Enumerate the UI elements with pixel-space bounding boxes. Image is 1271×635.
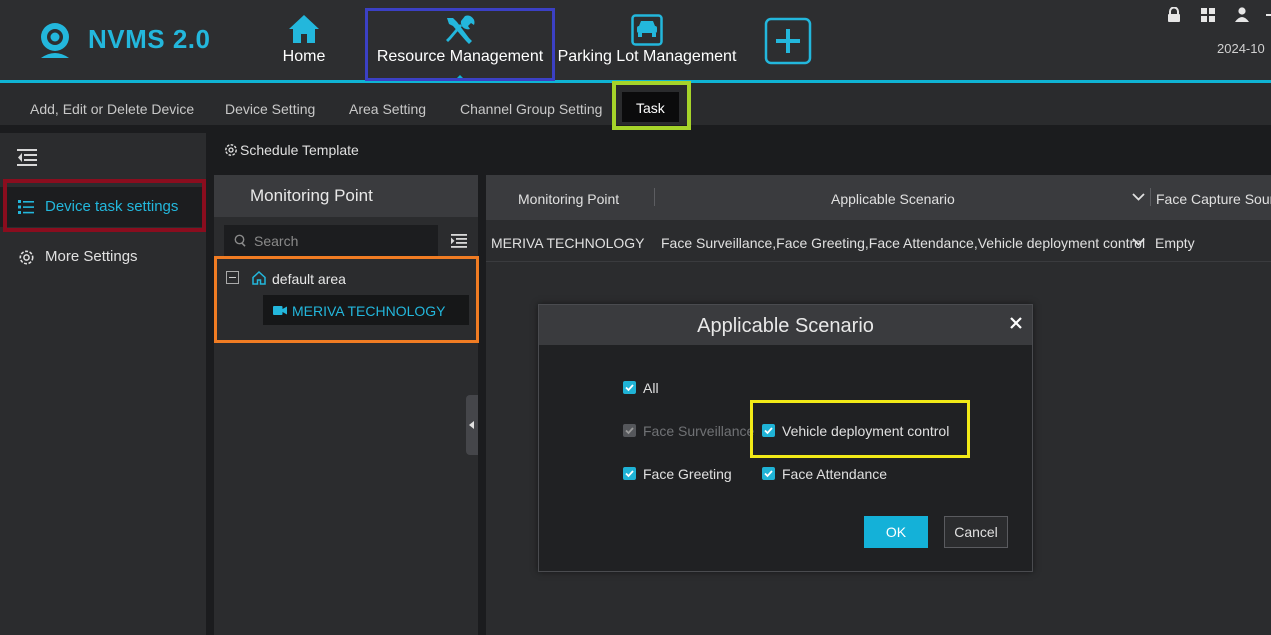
sidebar-item-device-task-settings[interactable]: Device task settings <box>0 187 206 227</box>
sidebar-item-label: More Settings <box>45 248 138 265</box>
column-divider <box>654 188 655 206</box>
schedule-template-label: Schedule Template <box>240 142 359 158</box>
tools-icon <box>446 15 475 44</box>
tab-device-setting[interactable]: Device Setting <box>225 101 315 117</box>
nav-home[interactable]: Home <box>278 10 330 78</box>
dialog-title-bar: Applicable Scenario <box>539 305 1032 345</box>
tree-collapse-toggle[interactable] <box>226 271 239 284</box>
plus-icon <box>764 17 812 65</box>
list-icon <box>18 200 34 214</box>
car-icon <box>631 14 663 46</box>
applicable-scenario-dialog: Applicable Scenario All Face Surveillanc… <box>538 304 1033 572</box>
device-label: MERIVA TECHNOLOGY <box>292 303 446 319</box>
search-box[interactable] <box>224 225 438 256</box>
checkbox-label: Face Greeting <box>643 466 732 482</box>
cell-monitoring-point: MERIVA TECHNOLOGY <box>491 235 645 251</box>
camera-icon <box>273 305 287 316</box>
date-display: 2024-10 <box>1217 41 1265 56</box>
header-monitoring-point: Monitoring Point <box>518 191 620 207</box>
tab-area-setting[interactable]: Area Setting <box>349 101 426 117</box>
nav-home-label: Home <box>282 48 326 65</box>
check-icon <box>623 381 636 394</box>
collapse-menu-icon[interactable] <box>17 148 37 166</box>
tree-options-icon[interactable] <box>451 234 467 248</box>
sidebar-item-label: Device task settings <box>45 198 179 215</box>
tab-add-edit-delete-device[interactable]: Add, Edit or Delete Device <box>30 101 194 117</box>
chevron-down-icon[interactable] <box>1132 238 1145 246</box>
check-icon <box>762 424 775 437</box>
column-divider <box>1150 188 1151 206</box>
monitoring-point-panel: Monitoring Point <box>214 175 478 635</box>
check-icon <box>623 424 636 437</box>
checkbox-label: Vehicle deployment control <box>782 423 950 439</box>
webcam-logo-icon <box>34 20 76 60</box>
chevron-down-icon[interactable] <box>1132 193 1145 201</box>
nav-resource-management[interactable]: Resource Management <box>370 10 550 81</box>
tree-area-default[interactable]: default area <box>244 262 346 287</box>
minus-icon <box>229 277 236 278</box>
tab-task[interactable]: Task <box>622 92 679 122</box>
search-icon <box>234 234 247 247</box>
top-header: NVMS 2.0 Home Resource Management Parkin… <box>0 0 1271 81</box>
home-icon <box>289 15 319 43</box>
schedule-template-link[interactable]: Schedule Template <box>224 142 359 158</box>
dialog-title: Applicable Scenario <box>697 315 874 337</box>
left-sidebar: Device task settings More Settings <box>0 133 206 635</box>
area-label: default area <box>272 271 346 287</box>
cell-applicable-scenario: Face Surveillance,Face Greeting,Face Att… <box>661 235 1146 251</box>
ok-button[interactable]: OK <box>864 516 928 548</box>
sidebar-item-more-settings[interactable]: More Settings <box>0 237 206 277</box>
header-face-capture-source: Face Capture Sour <box>1156 191 1271 207</box>
cell-face-capture-source: Empty <box>1155 235 1195 251</box>
collapse-left-icon <box>469 421 474 429</box>
panel-collapse-handle[interactable] <box>466 395 478 455</box>
table-header: Monitoring Point Applicable Scenario Fac… <box>486 175 1271 220</box>
monitoring-point-title: Monitoring Point <box>250 186 373 205</box>
monitoring-point-header: Monitoring Point <box>214 175 478 217</box>
table-row[interactable]: MERIVA TECHNOLOGY Face Surveillance,Face… <box>486 220 1271 262</box>
user-icon[interactable] <box>1235 7 1249 22</box>
header-applicable-scenario: Applicable Scenario <box>831 191 955 207</box>
sub-tabs-bar: Add, Edit or Delete Device Device Settin… <box>0 83 1271 125</box>
checkbox-label: All <box>643 380 659 396</box>
check-icon <box>762 467 775 480</box>
tab-channel-group-setting[interactable]: Channel Group Setting <box>460 101 602 117</box>
cancel-button[interactable]: Cancel <box>944 516 1008 548</box>
checkbox-label: Face Attendance <box>782 466 888 482</box>
search-input[interactable] <box>254 231 424 251</box>
nav-parking-lot-management[interactable]: Parking Lot Management <box>553 10 741 78</box>
app-logo-title: NVMS 2.0 <box>88 24 211 54</box>
close-icon[interactable] <box>1007 314 1025 332</box>
add-module-button[interactable] <box>764 17 812 65</box>
nav-resource-management-label: Resource Management <box>376 48 544 65</box>
gear-icon <box>224 143 238 157</box>
lock-icon[interactable] <box>1167 7 1181 23</box>
gear-icon <box>19 250 34 265</box>
checkbox-label: Face Surveillance <box>643 423 755 439</box>
tree-device-item[interactable]: MERIVA TECHNOLOGY <box>263 295 469 325</box>
check-icon <box>623 467 636 480</box>
minimize-icon[interactable] <box>1266 14 1271 16</box>
nav-parking-lot-management-label: Parking Lot Management <box>557 48 737 65</box>
grid-icon[interactable] <box>1201 8 1215 22</box>
